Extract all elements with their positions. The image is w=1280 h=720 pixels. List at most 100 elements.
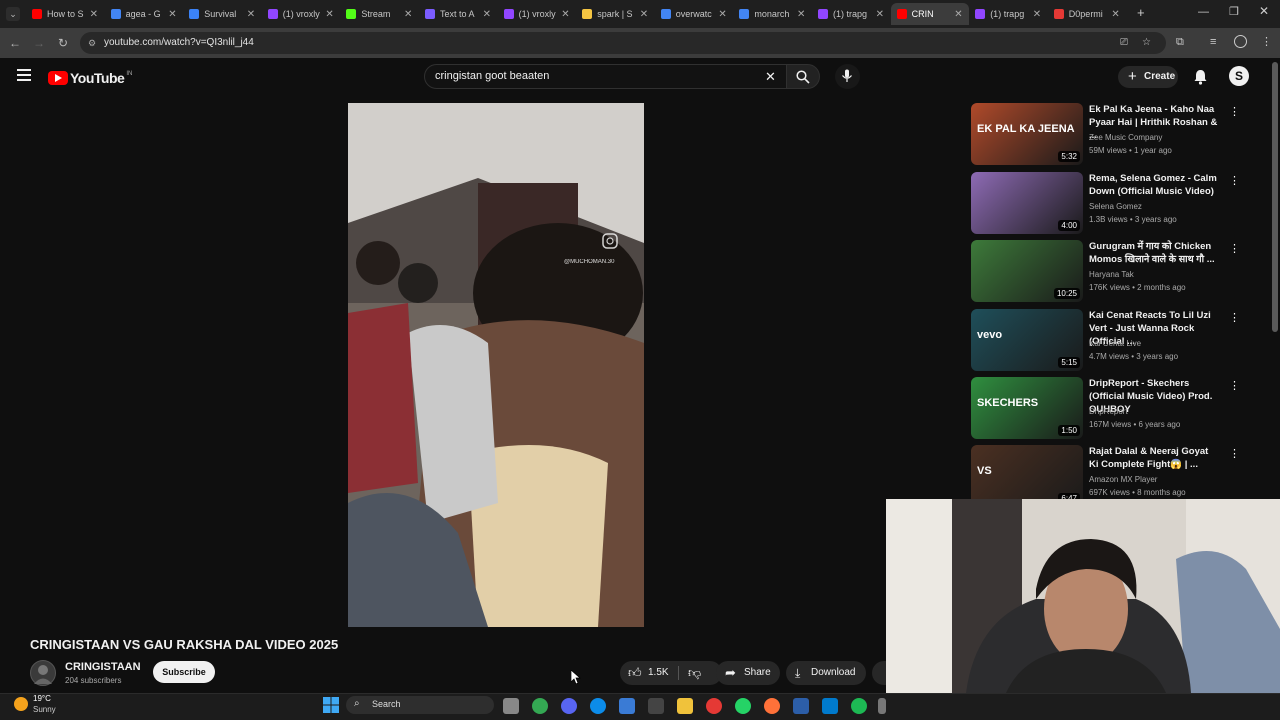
browser-tab[interactable]: monarch ✕ (733, 3, 811, 25)
recommendation-item[interactable]: 10:25 Gurugram में गाय को Chicken Momos ख… (971, 240, 1271, 302)
recommendation-channel[interactable]: Haryana Tak (1089, 270, 1134, 279)
browser-tab[interactable]: Text to A ✕ (419, 3, 497, 25)
install-app-icon[interactable]: ⎚ (1120, 32, 1128, 54)
overflow-app-icon[interactable] (878, 698, 886, 714)
tab-close-icon[interactable]: ✕ (561, 9, 569, 20)
whatsapp-icon[interactable] (735, 698, 751, 714)
tab-close-icon[interactable]: ✕ (1111, 9, 1119, 20)
tab-close-icon[interactable]: ✕ (90, 9, 98, 20)
more-options-icon[interactable]: ⋮ (1229, 242, 1240, 255)
taskbar-search-box[interactable]: ⌕ Search (346, 696, 494, 714)
tab-close-icon[interactable]: ✕ (325, 9, 333, 20)
weather-temp[interactable]: 19°C (33, 694, 51, 703)
video-thumbnail[interactable]: 4:00 (971, 172, 1083, 234)
weather-sun-icon[interactable] (14, 697, 28, 711)
browser-tab[interactable]: CRIN ✕ (890, 3, 969, 25)
recommendation-item[interactable]: SKECHERS 1:50 DripReport - Skechers (Offic… (971, 377, 1271, 439)
store-icon[interactable] (619, 698, 635, 714)
tab-close-icon[interactable]: ✕ (876, 9, 884, 20)
create-button[interactable]: + Create (1118, 66, 1178, 88)
like-count[interactable]: 1.5K (648, 661, 669, 685)
browser-tab[interactable]: (1) trapg ✕ (969, 3, 1047, 25)
more-options-icon[interactable]: ⋮ (1229, 379, 1240, 392)
dislike-icon[interactable]: 👎︎ (688, 661, 701, 685)
file-explorer-icon[interactable] (677, 698, 693, 714)
url-field[interactable]: ⚙ youtube.com/watch?v=QI3nlil_j44 ⎚ ☆ (80, 32, 1166, 54)
video-thumbnail[interactable]: 10:25 (971, 240, 1083, 302)
browser-tab[interactable]: How to S ✕ (26, 3, 104, 25)
tab-close-icon[interactable]: ✕ (168, 9, 176, 20)
video-thumbnail[interactable]: VS6:47 (971, 445, 1083, 507)
video-thumbnail[interactable]: SKECHERS 1:50 (971, 377, 1083, 439)
video-thumbnail[interactable]: vevo 5:15 (971, 309, 1083, 371)
more-options-icon[interactable]: ⋮ (1229, 174, 1240, 187)
video-player[interactable]: @MUCHOMAN.30 (348, 103, 644, 627)
media-control-icon[interactable]: ≡ (1210, 36, 1216, 48)
recommendation-channel[interactable]: DripReport (1089, 407, 1128, 416)
download-button[interactable]: ⤓ Download (786, 661, 866, 685)
search-button[interactable] (786, 64, 820, 89)
firefox-icon[interactable] (764, 698, 780, 714)
task-view-icon[interactable] (503, 698, 519, 714)
browser-tab[interactable]: D0permi ✕ (1048, 3, 1126, 25)
browser-tab[interactable]: (1) vroxly ✕ (498, 3, 576, 25)
page-scrollbar[interactable] (1272, 62, 1278, 332)
tab-close-icon[interactable]: ✕ (404, 9, 412, 20)
hamburger-menu-icon[interactable] (17, 69, 31, 81)
notifications-bell-icon[interactable] (1193, 69, 1208, 85)
recommendation-item[interactable]: VS6:47Rajat Dalal & Neeraj Goyat Ki Comp… (971, 445, 1271, 507)
steam-icon[interactable] (648, 698, 664, 714)
clear-search-icon[interactable]: ✕ (765, 65, 776, 88)
account-avatar[interactable]: S (1229, 66, 1249, 86)
recommendation-channel[interactable]: Amazon MX Player (1089, 475, 1157, 484)
extensions-icon[interactable]: ⧉ (1176, 36, 1184, 49)
recommendation-title[interactable]: Rema, Selena Gomez - Calm Down (Official… (1089, 172, 1219, 198)
discord-icon[interactable] (561, 698, 577, 714)
more-options-icon[interactable]: ⋮ (1229, 105, 1240, 118)
browser-tab[interactable]: (1) trapg ✕ (812, 3, 890, 25)
recommendation-item[interactable]: EK PAL KA JEENA 5:32 Ek Pal Ka Jeena - Kah… (971, 103, 1271, 165)
close-window-icon[interactable]: ✕ (1259, 4, 1269, 18)
tab-close-icon[interactable]: ✕ (797, 9, 805, 20)
site-info-icon[interactable]: ⚙ (88, 32, 96, 54)
video-thumbnail[interactable]: EK PAL KA JEENA 5:32 (971, 103, 1083, 165)
youtube-logo[interactable]: YouTube IN (48, 70, 132, 86)
browser-menu-icon[interactable]: ⋮ (1261, 35, 1272, 48)
app-icon[interactable] (793, 698, 809, 714)
tab-close-icon[interactable]: ✕ (247, 9, 255, 20)
edge-icon[interactable] (590, 698, 606, 714)
profile-icon[interactable] (1234, 35, 1247, 48)
more-options-icon[interactable]: ⋮ (1229, 311, 1240, 324)
browser-tab[interactable]: Survival ✕ (183, 3, 261, 25)
restore-icon[interactable]: ❐ (1229, 5, 1239, 18)
recommendation-channel[interactable]: Zee Music Company (1089, 133, 1162, 142)
back-icon[interactable]: ← (6, 34, 24, 52)
tab-close-icon[interactable]: ✕ (954, 9, 962, 20)
opera-icon[interactable] (706, 698, 722, 714)
channel-name[interactable]: CRINGISTAAN (65, 661, 141, 673)
tab-close-icon[interactable]: ✕ (483, 9, 491, 20)
browser-tab[interactable]: (1) vroxly ✕ (262, 3, 340, 25)
subscribe-button[interactable]: Subscribe (153, 661, 215, 683)
recommendation-title[interactable]: Gurugram में गाय को Chicken Momos खिलाने… (1089, 240, 1219, 266)
windows-start-icon[interactable] (323, 697, 339, 713)
recommendation-item[interactable]: vevo 5:15 Kai Cenat Reacts To Lil Uzi Vert… (971, 309, 1271, 371)
chrome-icon[interactable] (532, 698, 548, 714)
new-tab-button[interactable]: + (1137, 5, 1145, 20)
like-icon[interactable]: 👍︎ (628, 661, 642, 685)
bookmark-star-icon[interactable]: ☆ (1142, 32, 1151, 54)
search-input[interactable]: cringistan goot beaaten ✕ (424, 64, 788, 89)
tab-search-icon[interactable]: ⌄ (6, 7, 20, 21)
recommendation-channel[interactable]: Kai Cenat Live (1089, 339, 1141, 348)
tab-close-icon[interactable]: ✕ (640, 9, 648, 20)
recommendation-channel[interactable]: Selena Gomez (1089, 202, 1142, 211)
voice-search-button[interactable] (835, 64, 860, 89)
more-actions-button[interactable] (872, 661, 886, 685)
tab-close-icon[interactable]: ✕ (718, 9, 726, 20)
browser-tab[interactable]: agea - G ✕ (105, 3, 183, 25)
browser-tab[interactable]: Stream ✕ (340, 3, 418, 25)
channel-avatar[interactable] (30, 660, 56, 686)
forward-icon[interactable]: → (30, 34, 48, 52)
vscode-icon[interactable] (822, 698, 838, 714)
recommendation-item[interactable]: 4:00 Rema, Selena Gomez - Calm Down (Offi… (971, 172, 1271, 234)
